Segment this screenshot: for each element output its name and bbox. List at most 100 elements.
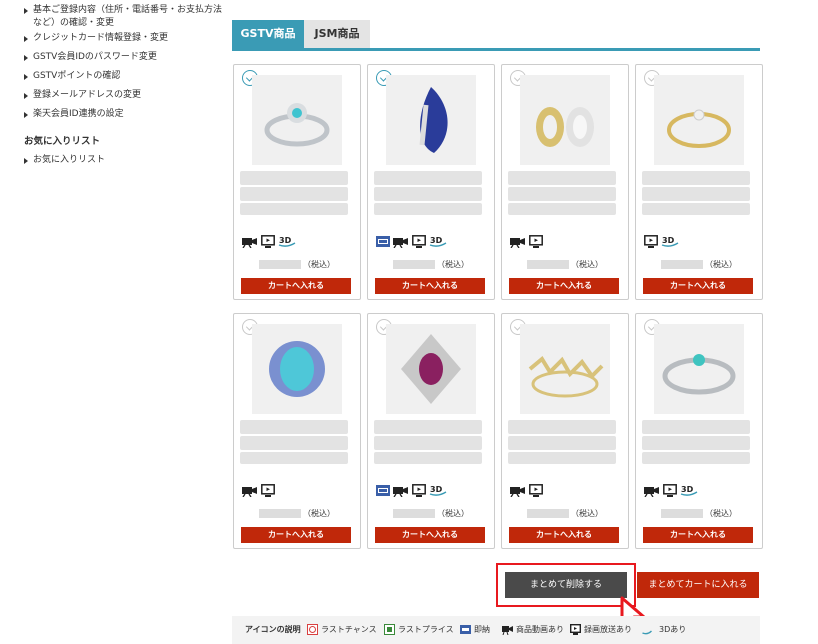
video-icon — [393, 482, 409, 501]
add-to-cart-button[interactable]: カートへ入れる — [375, 527, 485, 543]
legend-item-last-chance: ラストチャンス — [307, 616, 377, 644]
product-image[interactable] — [520, 75, 610, 165]
product-name-redacted[interactable] — [642, 420, 750, 434]
sidebar-item-label[interactable]: 基本ご登録内容（住所・電話番号・お支払方法など）の確認・変更 — [33, 5, 222, 28]
product-name-redacted[interactable] — [374, 203, 482, 215]
product-card: 3D （税込） カートへ入れる — [367, 313, 495, 549]
product-name-redacted[interactable] — [508, 203, 616, 215]
add-to-cart-button[interactable]: カートへ入れる — [509, 527, 619, 543]
price-redacted — [393, 260, 435, 269]
favorites-heading: お気に入りリスト — [24, 136, 101, 147]
product-image[interactable] — [252, 75, 342, 165]
price-label: （税込） — [234, 508, 360, 519]
product-name-redacted[interactable] — [642, 171, 750, 185]
sidebar-menu: 基本ご登録内容（住所・電話番号・お支払方法など）の確認・変更 クレジットカード情… — [24, 0, 224, 173]
product-name-redacted[interactable] — [240, 420, 348, 434]
product-feature-icons: 3D — [644, 482, 701, 498]
delete-all-button[interactable]: まとめて削除する — [505, 572, 627, 598]
sidebar-item-label[interactable]: GSTV会員IDのパスワード変更 — [33, 52, 157, 62]
tab-gstv[interactable]: GSTV商品 — [232, 20, 304, 48]
price-redacted — [661, 509, 703, 518]
legend-item-last-price: ラストプライス — [384, 616, 454, 644]
product-image[interactable] — [654, 75, 744, 165]
tab-jsm[interactable]: JSM商品 — [304, 20, 370, 48]
product-card: 3D （税込） カートへ入れる — [367, 64, 495, 300]
tab-underline — [232, 48, 760, 51]
svg-text:3D: 3D — [430, 485, 443, 494]
tv-icon — [529, 233, 543, 252]
product-image[interactable] — [386, 324, 476, 414]
product-image[interactable] — [654, 324, 744, 414]
product-name-redacted[interactable] — [374, 452, 482, 464]
sidebar-item-rakuten[interactable]: 楽天会員ID連携の設定 — [24, 108, 224, 121]
product-card: （税込） カートへ入れる — [501, 64, 629, 300]
product-name-redacted[interactable] — [240, 187, 348, 201]
product-feature-icons — [510, 233, 546, 249]
sidebar-item-label[interactable]: 登録メールアドレスの変更 — [33, 90, 141, 100]
tax-included-label: （税込） — [571, 260, 603, 269]
sidebar-item-password[interactable]: GSTV会員IDのパスワード変更 — [24, 51, 224, 64]
product-image[interactable] — [386, 75, 476, 165]
legend-title: アイコンの説明 — [245, 625, 301, 634]
product-name-redacted[interactable] — [374, 436, 482, 450]
add-to-cart-button[interactable]: カートへ入れる — [241, 527, 351, 543]
product-name-redacted[interactable] — [508, 171, 616, 185]
sidebar-item-label[interactable]: GSTVポイントの確認 — [33, 71, 120, 81]
legend-label: ラストチャンス — [321, 625, 377, 634]
tv-icon — [529, 482, 543, 501]
product-feature-icons: 3D — [376, 233, 450, 249]
product-name-redacted[interactable] — [240, 452, 348, 464]
legend-label: 商品動画あり — [516, 625, 564, 634]
video-icon — [510, 482, 526, 501]
add-to-cart-button[interactable]: カートへ入れる — [643, 278, 753, 294]
product-name-redacted[interactable] — [508, 436, 616, 450]
product-name-redacted[interactable] — [642, 452, 750, 464]
add-to-cart-button[interactable]: カートへ入れる — [375, 278, 485, 294]
product-name-redacted[interactable] — [374, 420, 482, 434]
product-image[interactable] — [252, 324, 342, 414]
product-card: 3D （税込） カートへ入れる — [635, 64, 763, 300]
product-name-redacted[interactable] — [374, 187, 482, 201]
product-name-redacted[interactable] — [508, 452, 616, 464]
sidebar-item-label[interactable]: お気に入りリスト — [33, 155, 105, 165]
tax-included-label: （税込） — [437, 509, 469, 518]
add-to-cart-button[interactable]: カートへ入れる — [509, 278, 619, 294]
product-image[interactable] — [520, 324, 610, 414]
add-to-cart-button[interactable]: カートへ入れる — [241, 278, 351, 294]
sidebar-item-favorites[interactable]: お気に入りリスト — [24, 154, 224, 167]
product-name-redacted[interactable] — [642, 203, 750, 215]
product-name-redacted[interactable] — [642, 436, 750, 450]
svg-text:3D: 3D — [279, 236, 292, 245]
product-name-redacted[interactable] — [508, 420, 616, 434]
product-feature-icons: 3D — [644, 233, 682, 248]
sidebar-item-label[interactable]: クレジットカード情報登録・変更 — [33, 33, 168, 43]
legend-label: 即納 — [474, 625, 490, 634]
tv-icon — [570, 624, 581, 635]
3d-icon: 3D — [680, 482, 698, 501]
product-name-redacted[interactable] — [240, 171, 348, 185]
price-redacted — [393, 509, 435, 518]
video-icon — [242, 233, 258, 252]
product-name-redacted[interactable] — [240, 436, 348, 450]
price-label: （税込） — [636, 259, 762, 270]
price-redacted — [527, 509, 569, 518]
3d-icon: 3D — [278, 233, 296, 252]
tax-included-label: （税込） — [437, 260, 469, 269]
3d-icon — [642, 630, 652, 635]
tv-icon — [412, 482, 426, 501]
price-label: （税込） — [234, 259, 360, 270]
product-name-redacted[interactable] — [240, 203, 348, 215]
product-name-redacted[interactable] — [374, 171, 482, 185]
sidebar-item-email[interactable]: 登録メールアドレスの変更 — [24, 89, 224, 102]
product-name-redacted[interactable] — [642, 187, 750, 201]
sidebar-item-basic-info[interactable]: 基本ご登録内容（住所・電話番号・お支払方法など）の確認・変更 — [24, 4, 224, 30]
add-all-to-cart-button[interactable]: まとめてカートに入れる — [637, 572, 759, 598]
product-card: 3D （税込） カートへ入れる — [635, 313, 763, 549]
product-feature-icons: 3D — [242, 233, 299, 249]
sidebar-item-label[interactable]: 楽天会員ID連携の設定 — [33, 109, 124, 119]
add-to-cart-button[interactable]: カートへ入れる — [643, 527, 753, 543]
sidebar-item-points[interactable]: GSTVポイントの確認 — [24, 70, 224, 83]
sidebar-item-credit-card[interactable]: クレジットカード情報登録・変更 — [24, 32, 224, 45]
legend-item-video: 商品動画あり — [502, 616, 564, 644]
product-name-redacted[interactable] — [508, 187, 616, 201]
